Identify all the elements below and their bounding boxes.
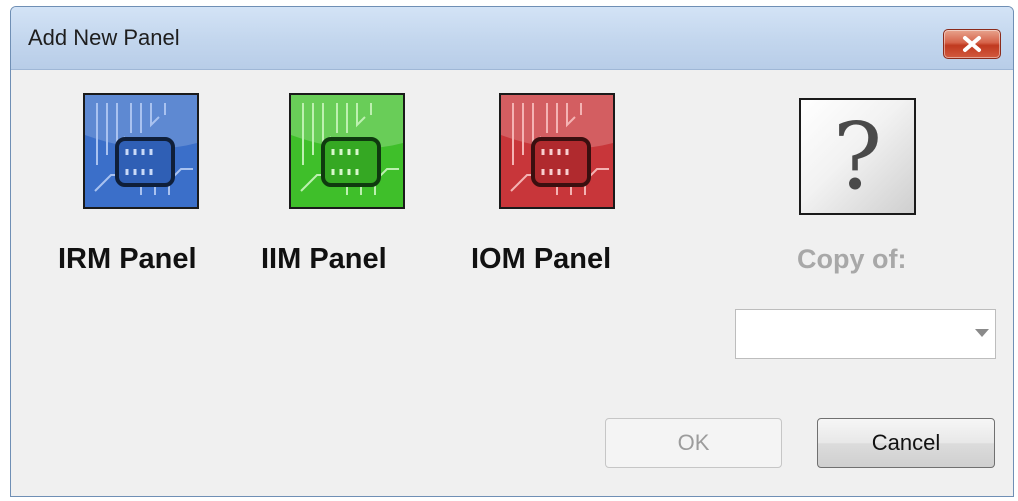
irm-panel-option[interactable]: IRM Panel <box>58 93 263 283</box>
question-mark-icon[interactable]: ? <box>799 98 916 215</box>
add-new-panel-dialog: Add New Panel IRM Panel IIM Panel IOM Pa… <box>10 6 1014 497</box>
copy-of-select[interactable] <box>735 309 996 359</box>
copy-of-label: Copy of: <box>797 244 907 274</box>
question-mark-glyph: ? <box>832 102 883 210</box>
iom-panel-option[interactable]: IOM Panel <box>471 93 679 283</box>
irm-panel-label: IRM Panel <box>58 243 197 275</box>
dialog-title: Add New Panel <box>28 25 180 50</box>
iom-panel-label: IOM Panel <box>471 243 612 275</box>
cancel-button[interactable]: Cancel <box>817 418 995 468</box>
title-bar: Add New Panel <box>11 7 1013 70</box>
iim-panel-option[interactable]: IIM Panel <box>261 93 469 283</box>
close-button[interactable] <box>943 29 1001 59</box>
close-icon <box>963 36 981 52</box>
dialog-content: IRM Panel IIM Panel IOM Panel ? Copy of:… <box>11 69 1013 496</box>
chevron-down-icon <box>975 329 989 337</box>
iim-panel-icon <box>289 93 405 209</box>
ok-button[interactable]: OK <box>605 418 782 468</box>
iim-panel-label: IIM Panel <box>261 243 387 275</box>
irm-panel-icon <box>83 93 199 209</box>
iom-panel-icon <box>499 93 615 209</box>
